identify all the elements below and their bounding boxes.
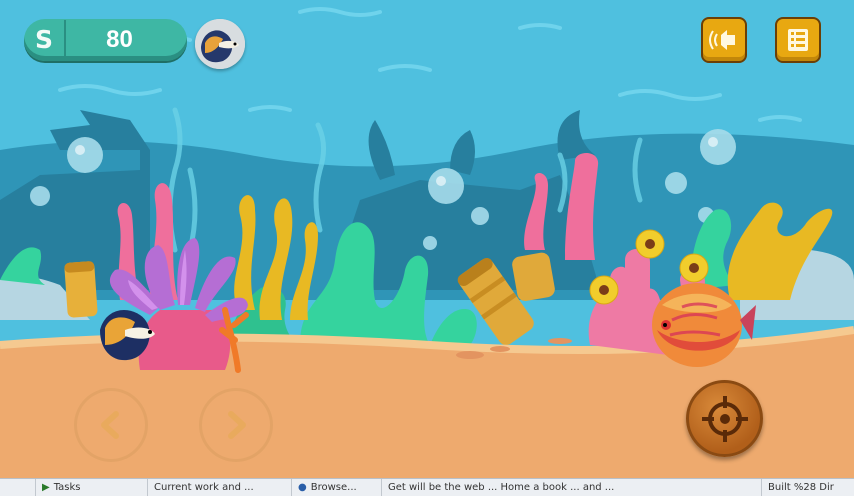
taskbar-item[interactable]: ▶ Tasks — [36, 479, 148, 496]
taskbar-item-label: Current work and ... — [154, 482, 254, 493]
taskbar-item-label: Built %28 Dir — [768, 482, 834, 493]
money-value: 80 — [106, 26, 133, 53]
currency-symbol: S — [24, 20, 66, 60]
globe-icon: ● — [298, 482, 307, 493]
play-icon: ▶ — [42, 482, 50, 493]
money-counter: S 80 — [24, 19, 187, 61]
move-left-button[interactable] — [74, 388, 148, 462]
betta-fish-icon[interactable] — [195, 19, 245, 69]
list-menu-icon — [788, 29, 808, 51]
taskbar-item-label: Get will be the web ... Home a book ... … — [388, 482, 615, 493]
taskbar-item-label: Browse... — [310, 482, 357, 493]
crosshair-icon — [701, 395, 748, 442]
chevron-right-icon — [228, 411, 246, 439]
menu-button[interactable] — [775, 17, 821, 63]
taskbar-item[interactable]: Get will be the web ... Home a book ... … — [382, 479, 762, 496]
sound-button[interactable] — [701, 17, 747, 63]
taskbar-item-label: Tasks — [53, 482, 81, 493]
taskbar-item[interactable]: Current work and ... — [148, 479, 292, 496]
speaker-icon — [709, 30, 735, 50]
taskbar-item[interactable]: ● Browse... — [292, 479, 382, 496]
chevron-left-icon — [101, 411, 119, 439]
taskbar-start[interactable] — [0, 479, 36, 496]
shoot-button[interactable] — [686, 380, 763, 457]
move-right-button[interactable] — [199, 388, 273, 462]
taskbar-item[interactable]: Built %28 Dir — [762, 479, 854, 496]
taskbar: ▶ Tasks Current work and ... ● Browse...… — [0, 478, 854, 496]
hud: S 80 — [0, 0, 854, 495]
